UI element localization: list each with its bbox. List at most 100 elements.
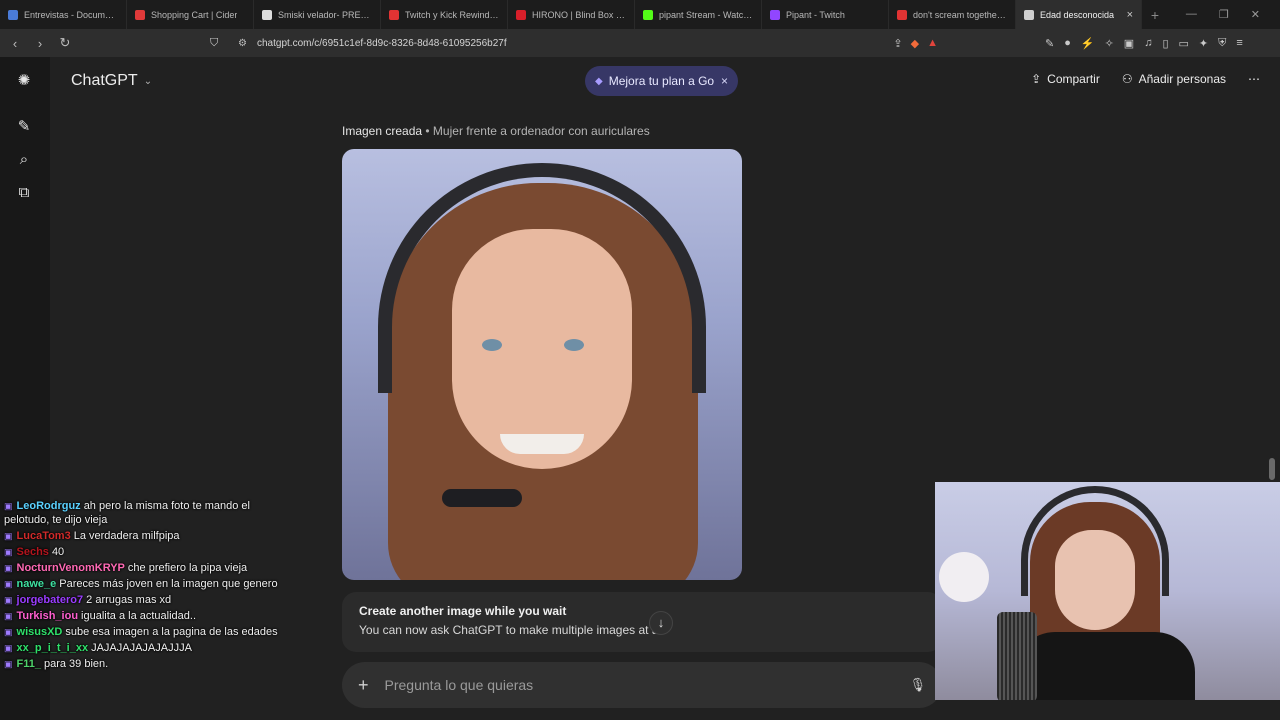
chat-text: JAJAJAJAJAJAJJJA [91, 642, 192, 654]
address-bar: ‹ › ↻ ⛉ ⚙ chatgpt.com/c/6951c1ef-8d9c-83… [0, 29, 1280, 57]
tab-title: Pipant - Twitch [786, 9, 845, 20]
browser-tab[interactable]: pipant Stream - Watch Live [635, 0, 762, 29]
pen-icon[interactable]: ✎ [1045, 37, 1054, 50]
chat-username: Sechs [16, 546, 49, 558]
plus-icon[interactable]: + [358, 675, 369, 696]
add-people-button[interactable]: ⚇ Añadir personas [1122, 72, 1226, 86]
chat-text: para 39 bien. [43, 658, 109, 670]
browser-tab[interactable]: Twitch y Kick Rewind Arge [381, 0, 508, 29]
chat-message: ▣ Turkish_iou igualita a la actualidad.. [0, 608, 300, 624]
browser-tab[interactable]: Smiski velador- PREVENTA [254, 0, 381, 29]
browser-tab[interactable]: don't scream together gam [889, 0, 1016, 29]
webcam-shirt [1015, 632, 1195, 700]
window-controls: — ❐ ✕ [1186, 8, 1280, 21]
scrollbar[interactable] [1269, 458, 1275, 480]
chat-username: LucaTom3 [16, 530, 71, 542]
tab-favicon-icon [135, 9, 145, 20]
tab-favicon-icon [897, 9, 907, 20]
new-tab-button[interactable]: + [1142, 7, 1168, 23]
close-window-icon[interactable]: ✕ [1251, 8, 1260, 21]
chat-badge-icon: ▣ [4, 579, 14, 589]
vpn-icon[interactable]: ⛨ [1218, 37, 1226, 50]
share-button[interactable]: ⇪ Compartir [1031, 72, 1100, 86]
stream-chat-overlay: ▣ LeoRodrguz ah pero la misma foto te mand… [0, 498, 300, 672]
extension-icon[interactable]: ⚡ [1081, 37, 1095, 50]
tab-favicon-icon [516, 9, 526, 20]
forward-icon[interactable]: › [30, 36, 50, 51]
brave-rewards-icon[interactable]: ▲ [927, 37, 938, 50]
brave-shields-icon[interactable]: ◆ [911, 37, 919, 50]
share-label: Compartir [1047, 72, 1100, 86]
message-composer[interactable]: + Pregunta lo que quieras 🎙 [342, 662, 942, 708]
model-name: ChatGPT [71, 72, 138, 89]
tab-title: don't scream together gam [913, 9, 1007, 20]
maximize-icon[interactable]: ❐ [1219, 8, 1229, 21]
chat-message: ▣ LeoRodrguz ah pero la misma foto te mand… [0, 498, 300, 528]
url-field[interactable]: ⛉ ⚙ chatgpt.com/c/6951c1ef-8d9c-8326-8d4… [206, 32, 954, 54]
chat-badge-icon: ▣ [4, 595, 14, 605]
header-actions: ⇪ Compartir ⚇ Añadir personas ⋯ [1031, 72, 1260, 86]
site-settings-icon[interactable]: ⚙ [238, 38, 247, 49]
notice-body: You can now ask ChatGPT to make multiple… [359, 623, 666, 637]
tab-title: Entrevistas - Documentos [24, 9, 118, 20]
composer-placeholder: Pregunta lo que quieras [384, 677, 534, 693]
generated-image-mouth [500, 434, 584, 454]
share-page-icon[interactable]: ⇪ [893, 37, 902, 50]
browser-tab[interactable]: HIRONO | Blind Box - POP [508, 0, 635, 29]
search-icon[interactable]: ⌕ [14, 150, 34, 170]
chat-message: ▣ Sechs 40 [0, 544, 300, 560]
chat-badge-icon: ▣ [4, 531, 14, 541]
close-tab-icon[interactable]: × [1127, 9, 1133, 21]
microphone-icon[interactable]: 🎙 [909, 677, 926, 693]
chat-username: xx_p_i_t_i_xx [16, 642, 89, 654]
browser-tab[interactable]: Shopping Cart | Cider [127, 0, 254, 29]
browser-tab[interactable]: Entrevistas - Documentos [0, 0, 127, 29]
menu-icon[interactable]: ≡ [1236, 37, 1242, 50]
extension-icon[interactable]: ▣ [1124, 37, 1134, 50]
webcam-overlay [935, 482, 1280, 700]
upgrade-banner[interactable]: ◆ Mejora tu plan a Go × [585, 66, 738, 96]
chat-username: F11_ [16, 658, 41, 670]
browser-tab-active[interactable]: Edad desconocida × [1016, 0, 1142, 29]
close-icon[interactable]: × [721, 74, 728, 88]
arrow-down-icon: ↓ [657, 615, 665, 630]
add-people-label: Añadir personas [1138, 72, 1226, 86]
sidebar-icon[interactable]: ▯ [1162, 37, 1168, 50]
url-text: chatgpt.com/c/6951c1ef-8d9c-8326-8d48-61… [257, 37, 507, 49]
tab-favicon-icon [1024, 9, 1034, 20]
tab-favicon-icon [262, 9, 272, 20]
generated-image[interactable] [342, 149, 742, 580]
chat-message: ▣ jorgebatero7 2 arrugas mas xd [0, 592, 300, 608]
bookmark-icon[interactable]: ⛉ [210, 37, 218, 50]
puzzle-icon[interactable]: ✧ [1105, 37, 1114, 50]
chat-username: wisusXD [16, 626, 63, 638]
chat-message: ▣ nawe_e Pareces más joven en la imagen qu… [0, 576, 300, 592]
openai-logo-icon[interactable]: ✺ [14, 71, 34, 91]
reload-icon[interactable]: ↻ [55, 35, 75, 51]
music-icon[interactable]: ♫ [1144, 37, 1152, 50]
leo-icon[interactable]: ✦ [1199, 37, 1208, 50]
webcam-headset [1021, 486, 1169, 596]
extension-icon[interactable]: ● [1064, 37, 1071, 50]
share-icon: ⇪ [1031, 72, 1042, 86]
webcam-plush-toy [939, 552, 989, 602]
chat-text: sube esa imagen a la pagina de las edade… [65, 626, 278, 638]
generated-image-mic [442, 489, 522, 507]
wallet-icon[interactable]: ▭ [1179, 37, 1189, 50]
scroll-down-button[interactable]: ↓ [649, 611, 673, 635]
minimize-icon[interactable]: — [1186, 8, 1197, 21]
chat-username: nawe_e [16, 578, 57, 590]
chat-text: La verdadera milfpipa [73, 530, 180, 542]
back-icon[interactable]: ‹ [5, 36, 25, 51]
chat-badge-icon: ▣ [4, 627, 14, 637]
new-chat-icon[interactable]: ✎ [14, 117, 34, 137]
more-options-icon[interactable]: ⋯ [1248, 72, 1260, 86]
model-selector[interactable]: ChatGPT ⌄ [71, 72, 152, 90]
browser-tab[interactable]: Pipant - Twitch [762, 0, 889, 29]
tab-title: Shopping Cart | Cider [151, 9, 238, 20]
chevron-down-icon: ⌄ [143, 75, 153, 87]
library-icon[interactable]: ⧉ [14, 183, 34, 203]
multi-image-notice: Create another image while you wait You … [342, 592, 942, 652]
tab-favicon-icon [8, 9, 18, 20]
notice-title: Create another image while you wait [359, 604, 567, 618]
